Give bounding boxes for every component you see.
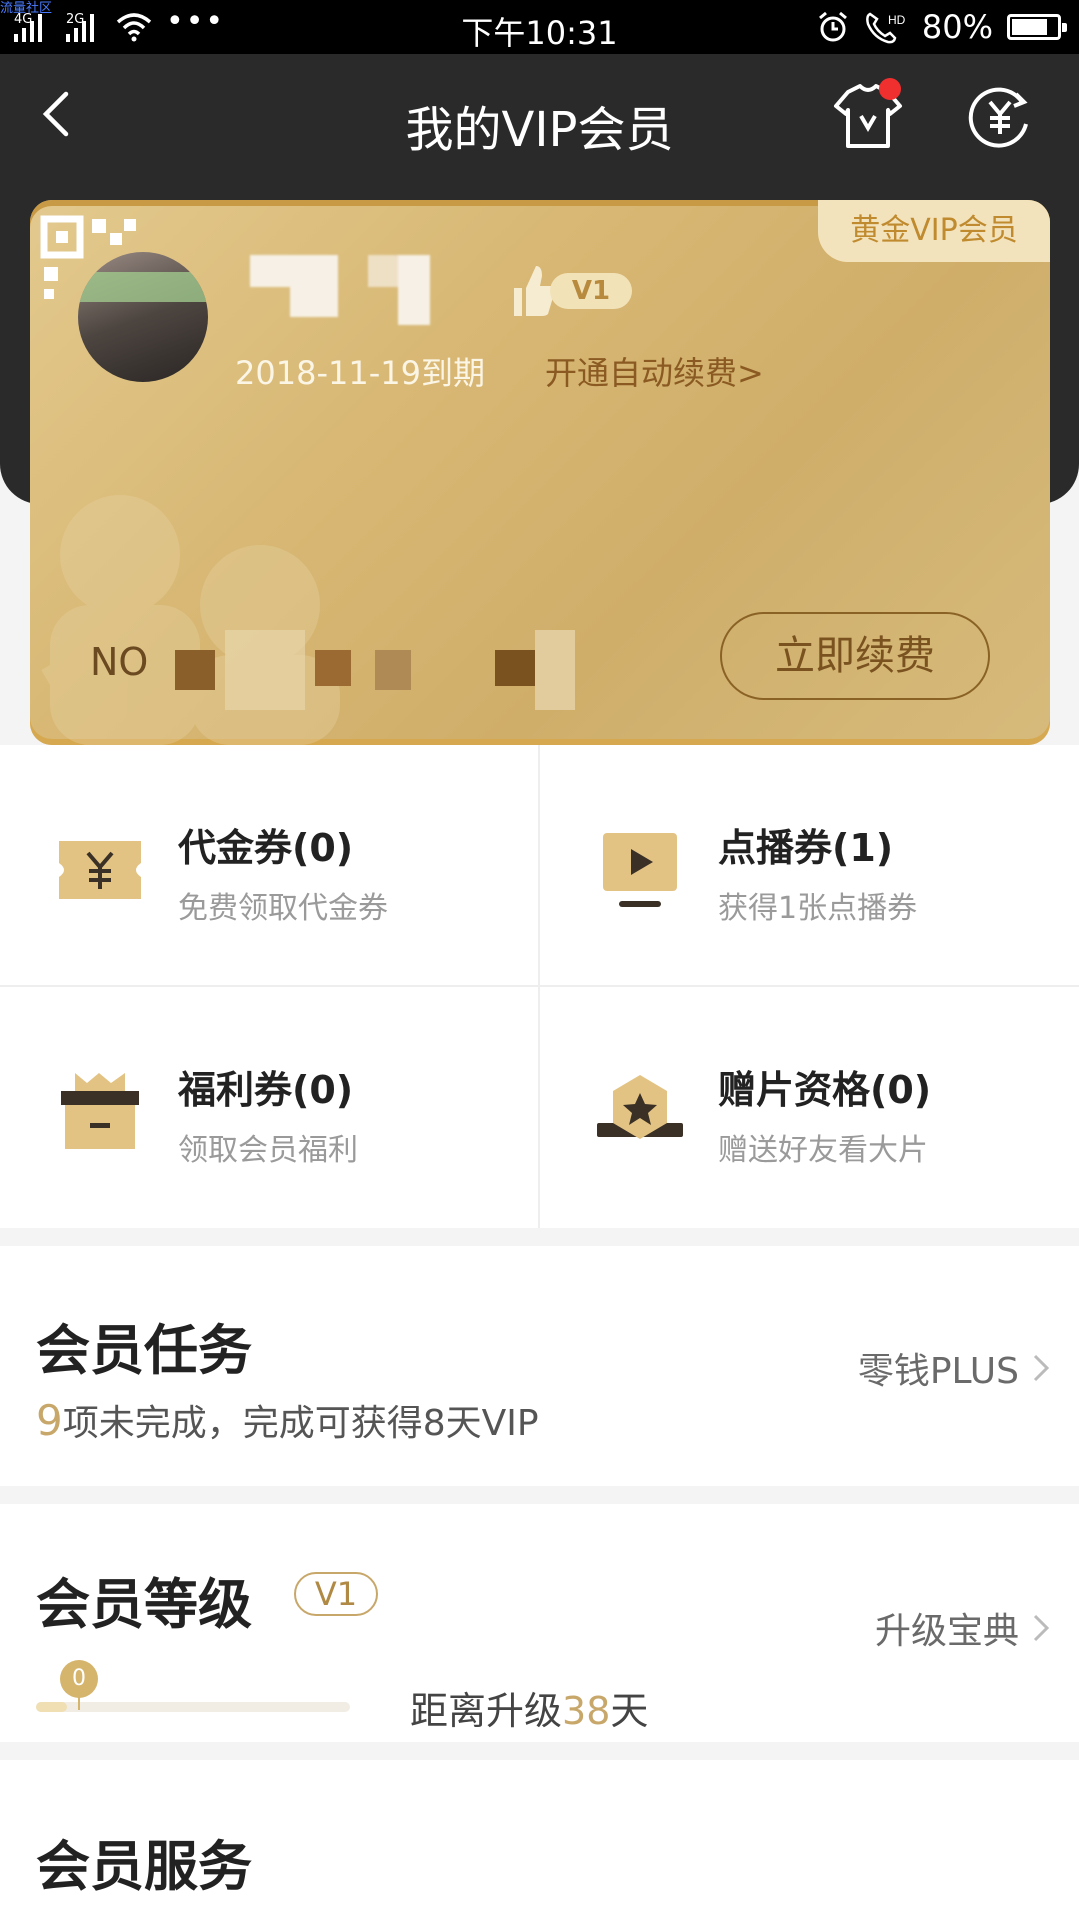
status-right: HD 80% (816, 8, 1067, 46)
link-label: 零钱PLUS (857, 1351, 1019, 1392)
upgrade-countdown: 距离升级38天 (410, 1680, 648, 1735)
tasks-count: 9 (36, 1396, 63, 1445)
avatar[interactable] (78, 252, 208, 382)
battery-percent: 80% (921, 8, 993, 46)
coupon-name: 点播券(1) (718, 826, 894, 870)
upgrade-days: 38 (562, 1689, 611, 1733)
vip-level-tag: 黄金VIP会员 (818, 200, 1050, 262)
battery-icon (1007, 14, 1067, 40)
vip-card: 黄金VIP会员 V1 2018-11-19到期 开通自动续费> NO 立即续费 (30, 200, 1050, 745)
username (250, 255, 470, 325)
coupon-subtitle: 领取会员福利 (178, 1133, 358, 1168)
member-services-section: 会员服务 (0, 1760, 1079, 1920)
status-bar: 流量社区 4G 2G ••• 下午10:31 HD 80% (0, 0, 1079, 54)
expiry-date: 2018-11-19到期 (235, 354, 485, 392)
coupon-subtitle: 获得1张点播券 (718, 891, 918, 926)
progress-fill (36, 1702, 67, 1712)
coupon-name: 代金券(0) (178, 826, 354, 870)
yuan-ticket-icon (59, 841, 141, 899)
level-progress-bar (36, 1702, 350, 1712)
progress-marker: 0 (60, 1660, 98, 1698)
star-hexagon-icon (597, 1075, 683, 1139)
coupon-name: 福利券(0) (178, 1068, 354, 1112)
svg-text:HD: HD (888, 13, 906, 27)
upgrade-suffix: 天 (610, 1689, 649, 1733)
coupon-vod[interactable]: 点播券(1) 获得1张点播券 (540, 745, 1078, 985)
section-title: 会员等级 (36, 1573, 252, 1636)
page-title: 我的VIP会员 (405, 102, 674, 158)
gift-box-icon (61, 1073, 139, 1149)
coupon-voucher[interactable]: 代金券(0) 免费领取代金券 (0, 745, 538, 985)
progress-marker-stem (78, 1696, 80, 1710)
card-number-prefix: NO (90, 640, 149, 684)
play-screen-icon (603, 833, 677, 907)
coupon-subtitle: 赠送好友看大片 (718, 1133, 928, 1168)
chevron-right-icon (1033, 1354, 1049, 1382)
yuan-refresh-icon[interactable] (960, 80, 1040, 152)
coupon-gift-film[interactable]: 赠片资格(0) 赠送好友看大片 (540, 987, 1078, 1227)
notification-dot (879, 78, 901, 100)
hd-call-icon: HD (865, 12, 906, 44)
chevron-right-icon (1033, 1614, 1049, 1642)
auto-renew-link[interactable]: 开通自动续费> (545, 348, 764, 394)
card-number (175, 630, 645, 715)
member-tasks-section[interactable]: 会员任务 零钱PLUS 9项未完成，完成可获得8天VIP (0, 1246, 1079, 1486)
tasks-text: 项未完成，完成可获得8天VIP (62, 1403, 539, 1444)
coupon-name: 赠片资格(0) (718, 1068, 932, 1112)
section-title: 会员服务 (36, 1835, 252, 1898)
member-level-section[interactable]: 会员等级 V1 升级宝典 0 距离升级38天 (0, 1504, 1079, 1742)
upgrade-prefix: 距离升级 (410, 1689, 563, 1733)
renew-button[interactable]: 立即续费 (720, 612, 990, 700)
alarm-icon (818, 11, 847, 42)
upgrade-guide-link[interactable]: 升级宝典 (875, 1602, 1049, 1654)
level-badge: V1 (294, 1572, 378, 1616)
coupon-subtitle: 免费领取代金券 (178, 891, 388, 926)
vip-level-badge: V1 (550, 273, 632, 309)
tasks-description: 9项未完成，完成可获得8天VIP (36, 1394, 539, 1446)
coupon-welfare[interactable]: 福利券(0) 领取会员福利 (0, 987, 538, 1227)
section-title: 会员任务 (36, 1319, 252, 1382)
change-plus-link[interactable]: 零钱PLUS (858, 1342, 1049, 1394)
coupon-grid: 代金券(0) 免费领取代金券 点播券(1) 获得1张点播券 福利券(0) 领取会… (0, 745, 1079, 1228)
link-label: 升级宝典 (874, 1611, 1019, 1652)
